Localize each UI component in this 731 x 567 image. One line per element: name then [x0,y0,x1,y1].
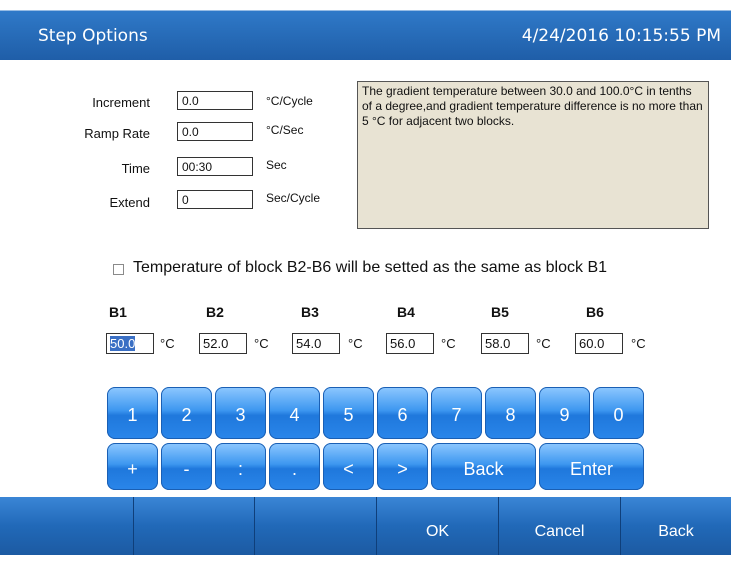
key-right-arrow[interactable]: > [377,443,428,490]
bottom-slot-1[interactable] [0,497,134,555]
time-field[interactable]: 00:30 [177,157,253,176]
key-plus[interactable]: + [107,443,158,490]
time-label: Time [121,161,150,176]
block-b6-temp-field[interactable]: 60.0 [575,333,623,354]
key-period[interactable]: . [269,443,320,490]
extend-unit: Sec/Cycle [266,191,321,205]
key-6[interactable]: 6 [377,387,428,439]
back-button[interactable]: Back [621,497,731,555]
key-3[interactable]: 3 [215,387,266,439]
block-b3-unit: °C [348,336,363,351]
block-b2-unit: °C [254,336,269,351]
same-temp-checkbox-label: Temperature of block B2-B6 will be sette… [133,259,608,276]
key-9[interactable]: 9 [539,387,590,439]
key-minus[interactable]: - [161,443,212,490]
block-b4-temp-field[interactable]: 56.0 [386,333,434,354]
increment-unit: °C/Cycle [266,94,313,108]
keypad-back-button[interactable]: Back [431,443,536,490]
block-b5-temp-field[interactable]: 58.0 [481,333,529,354]
title-bar: Step Options 4/24/2016 10:15:55 PM [0,0,731,60]
block-label-b3: B3 [301,304,319,320]
block-label-b4: B4 [397,304,415,320]
key-0[interactable]: 0 [593,387,644,439]
block-b1-temp-field[interactable]: 50.0 [106,333,154,354]
ramp-rate-label: Ramp Rate [84,126,150,141]
same-temp-checkbox[interactable] [113,264,124,275]
block-b4-unit: °C [441,336,456,351]
key-left-arrow[interactable]: < [323,443,374,490]
block-b1-temp-value: 50.0 [110,336,136,351]
increment-label: Increment [92,95,150,110]
block-b3-temp-field[interactable]: 54.0 [292,333,340,354]
ramp-rate-unit: °C/Sec [266,123,304,137]
cancel-button[interactable]: Cancel [499,497,621,555]
block-label-b2: B2 [206,304,224,320]
page-title: Step Options [38,26,148,46]
block-b5-unit: °C [536,336,551,351]
key-8[interactable]: 8 [485,387,536,439]
bottom-slot-3[interactable] [255,497,377,555]
time-unit: Sec [266,158,287,172]
ramp-rate-field[interactable]: 0.0 [177,122,253,141]
block-label-b6: B6 [586,304,604,320]
keypad-enter-button[interactable]: Enter [539,443,644,490]
block-label-b5: B5 [491,304,509,320]
key-1[interactable]: 1 [107,387,158,439]
datetime-display: 4/24/2016 10:15:55 PM [521,26,721,46]
bottom-slot-2[interactable] [134,497,255,555]
bottom-bar: OK Cancel Back [0,497,731,555]
extend-label: Extend [109,195,150,210]
ok-button[interactable]: OK [377,497,499,555]
key-2[interactable]: 2 [161,387,212,439]
block-b6-unit: °C [631,336,646,351]
key-5[interactable]: 5 [323,387,374,439]
increment-field[interactable]: 0.0 [177,91,253,110]
block-b2-temp-field[interactable]: 52.0 [199,333,247,354]
block-b1-unit: °C [160,336,175,351]
extend-field[interactable]: 0 [177,190,253,209]
key-4[interactable]: 4 [269,387,320,439]
key-7[interactable]: 7 [431,387,482,439]
key-colon[interactable]: : [215,443,266,490]
block-label-b1: B1 [109,304,127,320]
info-text-box: The gradient temperature between 30.0 an… [357,81,709,229]
